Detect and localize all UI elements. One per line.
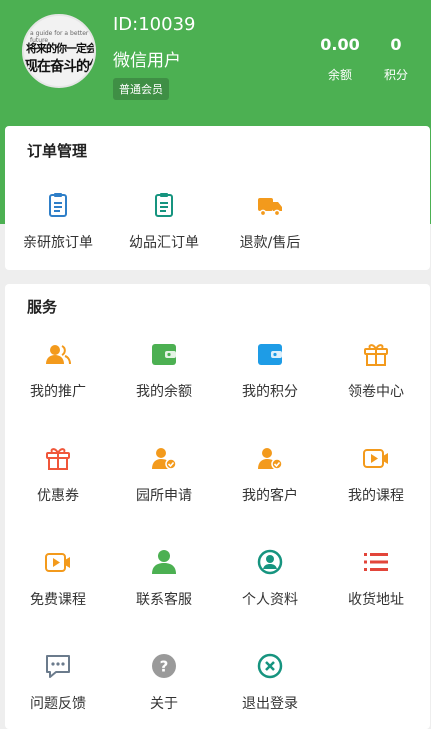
menu-item[interactable]: 退款/售后 <box>217 192 323 252</box>
user-check-icon <box>152 448 177 470</box>
order-management-card: 订单管理 亲研旅订单 幼品汇订单 退款/售后 <box>5 126 430 270</box>
points-stat[interactable]: 0 积分 <box>378 35 414 83</box>
menu-item-label: 退出登录 <box>242 696 298 712</box>
menu-item-label: 我的客户 <box>242 488 298 504</box>
points-label: 积分 <box>383 68 408 82</box>
user-name: 微信用户 <box>113 51 181 71</box>
balance-label: 余额 <box>327 68 352 82</box>
menu-item-label: 领卷中心 <box>348 384 404 400</box>
menu-item-label: 收货地址 <box>348 592 404 608</box>
menu-item[interactable]: 联系客服 <box>111 549 217 609</box>
menu-item-label: 退款/售后 <box>239 235 301 251</box>
menu-item-label: 我的余额 <box>136 384 192 400</box>
video-icon <box>45 553 70 572</box>
person-icon <box>152 550 176 574</box>
services-card: 服务 我的推广 我的余额 我的积分 领卷中心优惠券 园所申请 我的客户 我的课程免费课程 联系… <box>5 284 430 729</box>
menu-item[interactable]: 园所申请 <box>111 445 217 505</box>
order-management-title: 订单管理 <box>27 142 88 160</box>
points-value: 0 <box>390 35 402 54</box>
menu-item[interactable]: 亲研旅订单 <box>5 192 111 252</box>
services-title: 服务 <box>27 298 58 316</box>
menu-item-label: 优惠券 <box>37 488 79 504</box>
menu-item[interactable]: 我的课程 <box>323 445 429 505</box>
help-icon: ? <box>152 654 176 678</box>
gift-icon <box>364 344 388 366</box>
menu-item[interactable]: 我的积分 <box>217 341 323 401</box>
svg-text:?: ? <box>160 658 169 676</box>
users-icon <box>46 345 71 365</box>
menu-item-label: 我的课程 <box>348 488 404 504</box>
menu-item-label: 问题反馈 <box>30 696 86 712</box>
avatar[interactable]: a guide for a better future 将来的你一定会感谢 现在… <box>22 14 96 88</box>
menu-item[interactable]: 个人资料 <box>217 549 323 609</box>
clipboard-icon <box>155 193 173 217</box>
avatar-slogan-line2: 现在奋斗的你 <box>24 59 96 75</box>
menu-item-label: 关于 <box>150 696 178 712</box>
user-id: ID:10039 <box>113 14 196 35</box>
balance-stat[interactable]: 0.00 余额 <box>320 35 360 83</box>
wallet-icon <box>152 344 176 365</box>
menu-item-label: 我的积分 <box>242 384 298 400</box>
menu-item[interactable]: 免费课程 <box>5 549 111 609</box>
menu-item[interactable]: 我的客户 <box>217 445 323 505</box>
video-icon <box>363 449 388 468</box>
user-check-icon <box>258 448 283 470</box>
menu-item[interactable]: 优惠券 <box>5 445 111 505</box>
menu-item-label: 园所申请 <box>136 488 192 504</box>
menu-item-label: 联系客服 <box>136 592 192 608</box>
list-icon <box>364 553 388 571</box>
menu-item[interactable]: 幼品汇订单 <box>111 192 217 252</box>
close-circle-icon <box>257 653 283 679</box>
menu-item-label: 我的推广 <box>30 384 86 400</box>
menu-item[interactable]: 领卷中心 <box>323 341 429 401</box>
balance-value: 0.00 <box>320 35 360 54</box>
gift-icon <box>46 448 70 470</box>
menu-item[interactable]: ? 关于 <box>111 653 217 713</box>
menu-item-label: 免费课程 <box>30 592 86 608</box>
truck-icon <box>258 198 282 217</box>
menu-item[interactable]: 问题反馈 <box>5 653 111 713</box>
wallet-icon <box>258 344 282 365</box>
menu-item-label: 幼品汇订单 <box>129 235 199 251</box>
member-level-badge: 普通会员 <box>113 78 169 100</box>
profile-circle-icon <box>257 549 283 575</box>
menu-item[interactable]: 退出登录 <box>217 653 323 713</box>
menu-item-label: 个人资料 <box>242 592 298 608</box>
avatar-slogan-line1: 将来的你一定会感谢 <box>26 42 96 55</box>
menu-item[interactable]: 我的推广 <box>5 341 111 401</box>
clipboard-icon <box>49 193 67 217</box>
menu-item[interactable]: 我的余额 <box>111 341 217 401</box>
menu-item-label: 亲研旅订单 <box>23 235 93 251</box>
menu-item[interactable]: 收货地址 <box>323 549 429 609</box>
chat-icon <box>46 655 70 678</box>
